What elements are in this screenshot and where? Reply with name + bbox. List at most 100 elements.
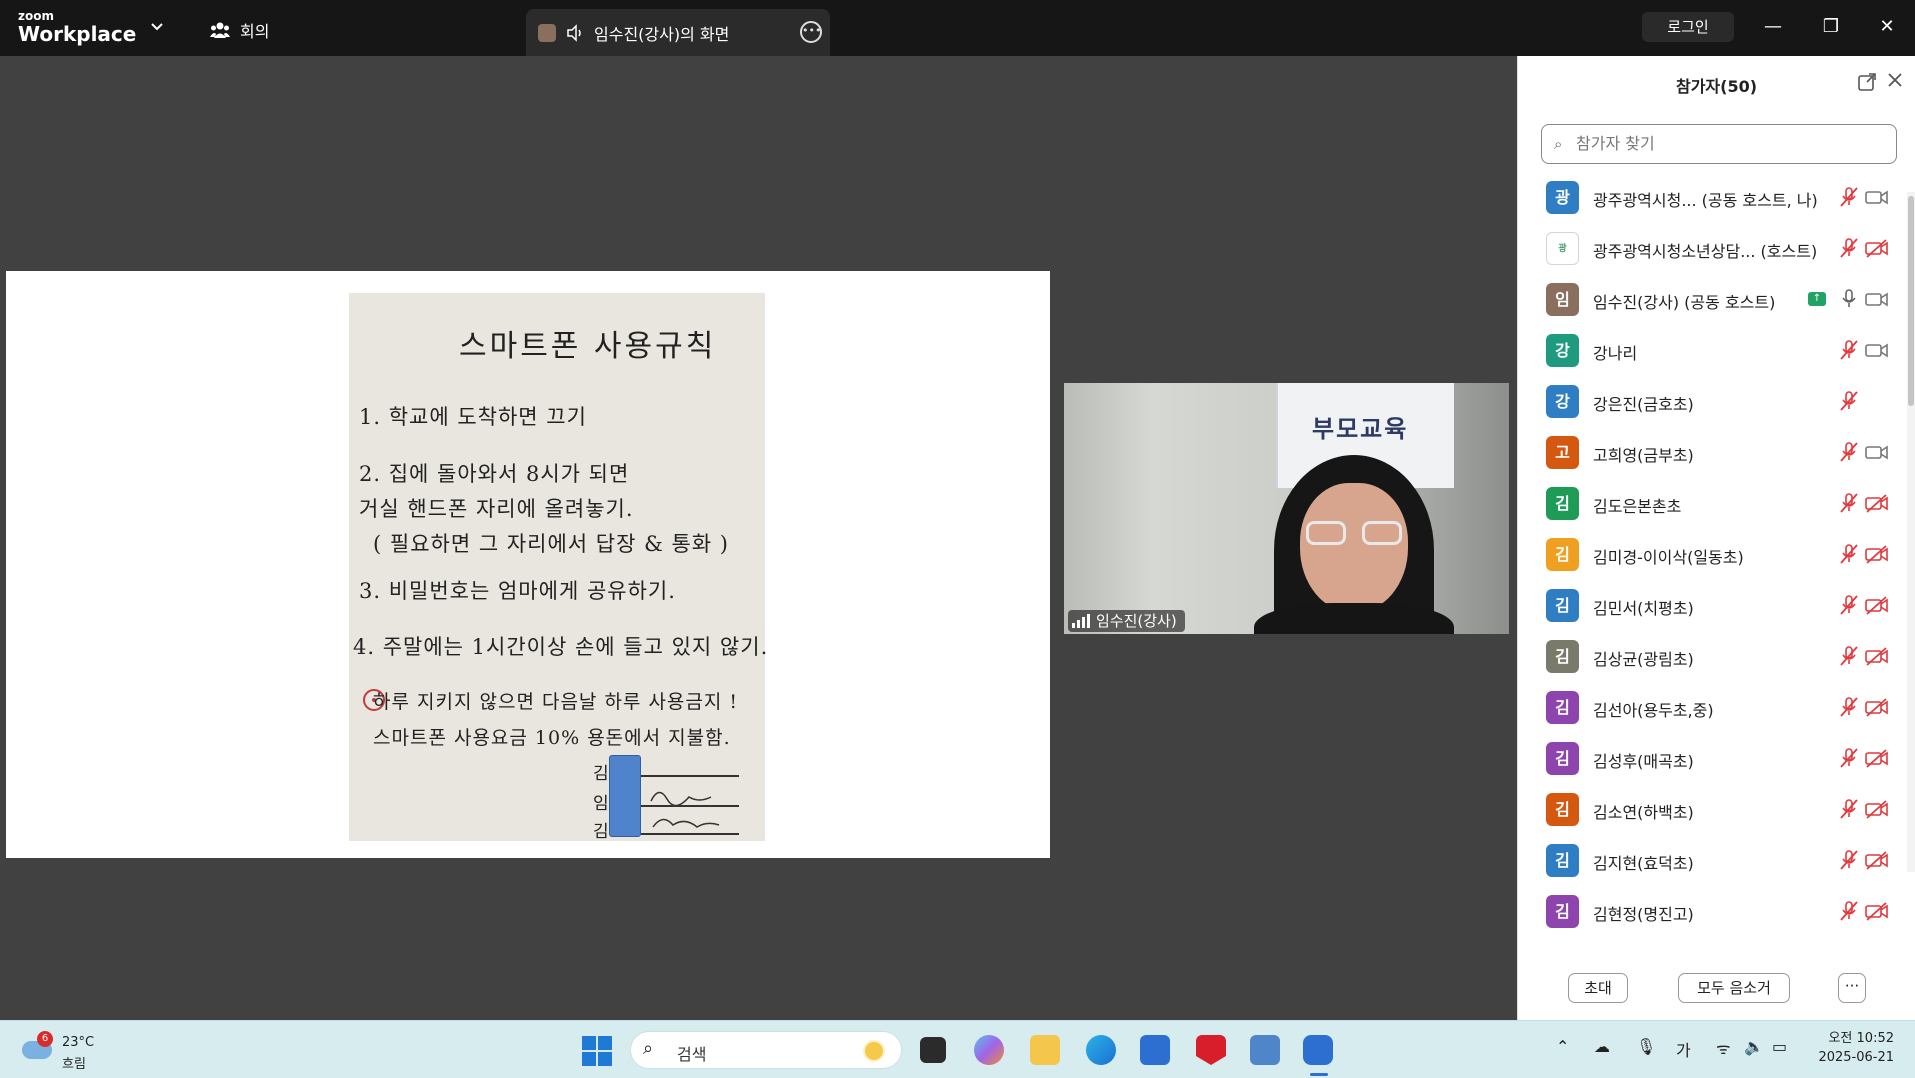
onedrive-icon[interactable]: ☁	[1594, 1037, 1610, 1056]
doc-line: 1. 학교에 도착하면 끄기	[359, 405, 587, 429]
task-view-icon[interactable]	[920, 1037, 946, 1063]
participant-avatar: 김	[1546, 691, 1579, 724]
minimize-button[interactable]: —	[1758, 12, 1788, 42]
participant-row[interactable]: 고 고희영(금부초)	[1518, 429, 1904, 480]
chevron-up-icon[interactable]: ⌃	[1556, 1037, 1569, 1056]
start-button[interactable]	[582, 1036, 612, 1066]
participant-row[interactable]: 김 김선아(용두초,중)	[1518, 684, 1904, 735]
weather-widget[interactable]: 6 23°C 흐림	[22, 1031, 142, 1072]
participant-row[interactable]: 김 김성후(매곡초)	[1518, 735, 1904, 786]
zoom-logo[interactable]: zoom Workplace	[18, 10, 136, 44]
ime-indicator[interactable]: 가	[1676, 1037, 1691, 1061]
login-button[interactable]: 로그인	[1642, 12, 1734, 42]
camera-off-icon[interactable]	[1864, 798, 1890, 820]
mic-muted-icon[interactable]	[1838, 492, 1860, 514]
mic-muted-icon[interactable]	[1838, 798, 1860, 820]
camera-off-icon[interactable]	[1864, 237, 1890, 259]
chevron-down-icon[interactable]	[150, 20, 164, 34]
participant-name: 광주광역시청... (공동 호스트, 나)	[1593, 191, 1818, 210]
mic-muted-icon[interactable]	[1838, 900, 1860, 922]
mic-muted-icon[interactable]	[1838, 696, 1860, 718]
mic-muted-icon[interactable]	[1838, 849, 1860, 871]
mic-muted-icon[interactable]	[1838, 339, 1860, 361]
mic-muted-icon[interactable]	[1838, 186, 1860, 208]
mic-muted-icon[interactable]	[1838, 645, 1860, 667]
video-tile[interactable]: 부모교육 임수진(강사)	[1064, 383, 1509, 634]
close-icon[interactable]	[1885, 70, 1905, 90]
banner-title: 부모교육	[1312, 415, 1409, 443]
popout-icon[interactable]	[1857, 72, 1877, 92]
sign-initial: 김	[593, 822, 610, 842]
microphone-icon[interactable]: 🎙	[1636, 1037, 1656, 1056]
participant-row[interactable]: 김 김민서(치평초)	[1518, 582, 1904, 633]
participant-row[interactable]: 광 광주광역시청소년상담... (호스트)	[1518, 225, 1904, 276]
camera-off-icon[interactable]	[1864, 900, 1890, 922]
participant-row[interactable]: 김 김지현(효덕초)	[1518, 837, 1904, 888]
participant-row[interactable]: 김 김미경-이이삭(일동초)	[1518, 531, 1904, 582]
meeting-tab-label: 회의	[240, 22, 270, 41]
mic-muted-icon[interactable]	[1838, 747, 1860, 769]
tab-meeting[interactable]: 회의	[210, 18, 269, 42]
camera-off-icon[interactable]	[1864, 645, 1890, 667]
mcafee-icon[interactable]	[1196, 1035, 1226, 1065]
participant-avatar: 김	[1546, 538, 1579, 571]
copilot-icon[interactable]	[974, 1035, 1004, 1065]
scrollbar-thumb[interactable]	[1908, 196, 1914, 406]
wifi-icon[interactable]: ᯤ	[1716, 1037, 1731, 1059]
participant-row[interactable]: 임 임수진(강사) (공동 호스트) ↑	[1518, 276, 1904, 327]
participant-avatar: 강	[1546, 385, 1579, 418]
more-button[interactable]: ···	[1838, 973, 1866, 1003]
camera-icon[interactable]	[1864, 288, 1890, 310]
store-icon[interactable]	[1140, 1035, 1170, 1065]
camera-icon[interactable]	[1864, 339, 1890, 361]
doc-line: 2. 집에 돌아와서 8시가 되면	[359, 462, 630, 486]
participant-name: 김소연(하백초)	[1593, 803, 1694, 822]
camera-off-icon[interactable]	[1864, 849, 1890, 871]
mic-muted-icon[interactable]	[1838, 594, 1860, 616]
camera-off-icon[interactable]	[1864, 492, 1890, 514]
handwritten-signature	[650, 791, 720, 828]
more-options-icon[interactable]: •••	[800, 21, 822, 43]
participant-row[interactable]: 김 김상균(광림초)	[1518, 633, 1904, 684]
invite-button[interactable]: 초대	[1568, 973, 1628, 1003]
doc-line: 4. 주말에는 1시간이상 손에 들고 있지 않기.	[353, 635, 769, 659]
participant-row[interactable]: 김 김도은본촌초	[1518, 480, 1904, 531]
mic-muted-icon[interactable]	[1838, 441, 1860, 463]
participant-avatar: 임	[1546, 283, 1579, 316]
restore-button[interactable]: ❐	[1816, 12, 1846, 42]
close-button[interactable]: ✕	[1872, 12, 1902, 42]
mic-muted-icon[interactable]	[1838, 237, 1860, 259]
camera-icon[interactable]	[1864, 186, 1890, 208]
mic-muted-icon[interactable]	[1838, 390, 1860, 412]
mic-muted-icon[interactable]	[1838, 543, 1860, 565]
edge-icon[interactable]	[1086, 1035, 1116, 1065]
mute-all-button[interactable]: 모두 음소거	[1678, 973, 1790, 1003]
camera-icon[interactable]	[1864, 390, 1890, 412]
file-explorer-icon[interactable]	[1030, 1035, 1060, 1065]
settings-icon[interactable]	[1250, 1035, 1280, 1065]
camera-off-icon[interactable]	[1864, 747, 1890, 769]
zoom-taskbar-icon[interactable]	[1303, 1035, 1333, 1065]
taskbar-search[interactable]: ⌕ 검색	[630, 1031, 902, 1069]
mic-icon[interactable]	[1838, 288, 1860, 310]
participant-row[interactable]: 강 강은진(금호초)	[1518, 378, 1904, 429]
tab-screen-share[interactable]: 임수진(강사)의 화면 •••	[526, 9, 830, 56]
participant-row[interactable]: 김 김현정(명진고)	[1518, 888, 1904, 939]
participant-search-input[interactable]: ⌕ 참가자 찾기	[1541, 124, 1897, 164]
search-icon: ⌕	[643, 1038, 654, 1059]
system-clock[interactable]: 오전 10:52 2025-06-21	[1812, 1029, 1894, 1067]
participant-row[interactable]: 강 강나리	[1518, 327, 1904, 378]
participant-row[interactable]: 김 김소연(하백초)	[1518, 786, 1904, 837]
participant-avatar: 광	[1546, 181, 1579, 214]
camera-off-icon[interactable]	[1864, 594, 1890, 616]
battery-icon[interactable]: ▭	[1772, 1037, 1787, 1056]
volume-icon[interactable]: 🔈	[1744, 1037, 1764, 1056]
camera-off-icon[interactable]	[1864, 696, 1890, 718]
camera-off-icon[interactable]	[1864, 543, 1890, 565]
camera-icon[interactable]	[1864, 441, 1890, 463]
participant-name: 김선아(용두초,중)	[1593, 701, 1714, 720]
participant-row[interactable]: 광 광주광역시청... (공동 호스트, 나)	[1518, 174, 1904, 225]
scrollbar[interactable]	[1907, 192, 1915, 872]
participant-avatar: 고	[1546, 436, 1579, 469]
participants-panel: 참가자(50) ⌕ 참가자 찾기 광 광주광역시청... (공동 호스트, 나) 광…	[1517, 56, 1915, 1020]
